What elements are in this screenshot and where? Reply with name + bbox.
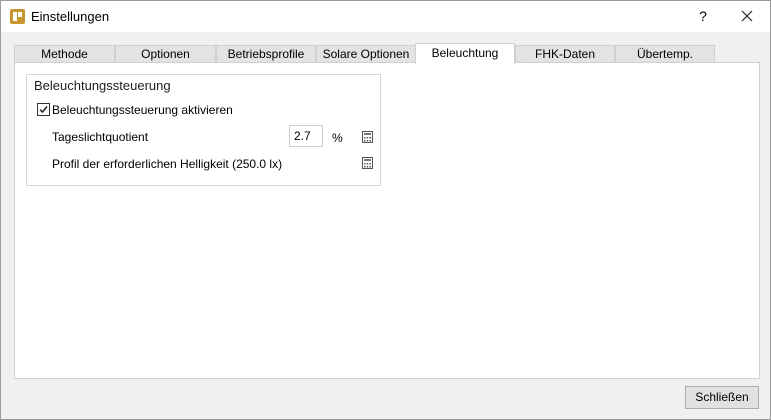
lighting-control-group: Beleuchtungssteuerung Beleuchtungssteuer…	[26, 74, 381, 186]
app-logo-icon	[10, 9, 25, 24]
daylight-factor-input[interactable]	[289, 125, 323, 147]
close-icon	[741, 10, 753, 22]
enable-lighting-label[interactable]: Beleuchtungssteuerung aktivieren	[52, 103, 233, 117]
tab-bar: Methode Optionen Betriebsprofile Solare …	[14, 43, 759, 64]
enable-lighting-checkbox[interactable]	[37, 103, 50, 116]
help-button[interactable]: ?	[692, 6, 714, 26]
group-title: Beleuchtungssteuerung	[34, 78, 171, 93]
daylight-factor-unit: %	[332, 131, 343, 145]
settings-dialog: Einstellungen ? Methode Optionen Betrieb…	[0, 0, 771, 420]
window-title: Einstellungen	[31, 9, 110, 24]
tab-methode[interactable]: Methode	[14, 45, 115, 63]
tab-optionen[interactable]: Optionen	[115, 45, 216, 63]
tab-uebertemp[interactable]: Übertemp.	[615, 45, 715, 63]
checkmark-icon	[39, 106, 48, 114]
close-button[interactable]: Schließen	[685, 386, 759, 409]
tab-beleuchtung[interactable]: Beleuchtung	[415, 43, 515, 64]
daylight-factor-label: Tageslichtquotient	[52, 130, 149, 144]
tab-content-panel: Beleuchtungssteuerung Beleuchtungssteuer…	[14, 62, 760, 379]
tab-solare-optionen[interactable]: Solare Optionen	[316, 45, 416, 63]
brightness-profile-label: Profil der erforderlichen Helligkeit (25…	[52, 157, 283, 171]
tab-fhk-daten[interactable]: FHK-Daten	[515, 45, 615, 63]
close-window-button[interactable]	[734, 5, 762, 27]
calculator-icon[interactable]	[362, 157, 373, 169]
tab-betriebsprofile[interactable]: Betriebsprofile	[216, 45, 316, 63]
calculator-icon[interactable]	[362, 131, 373, 143]
title-bar: Einstellungen ?	[1, 1, 770, 32]
